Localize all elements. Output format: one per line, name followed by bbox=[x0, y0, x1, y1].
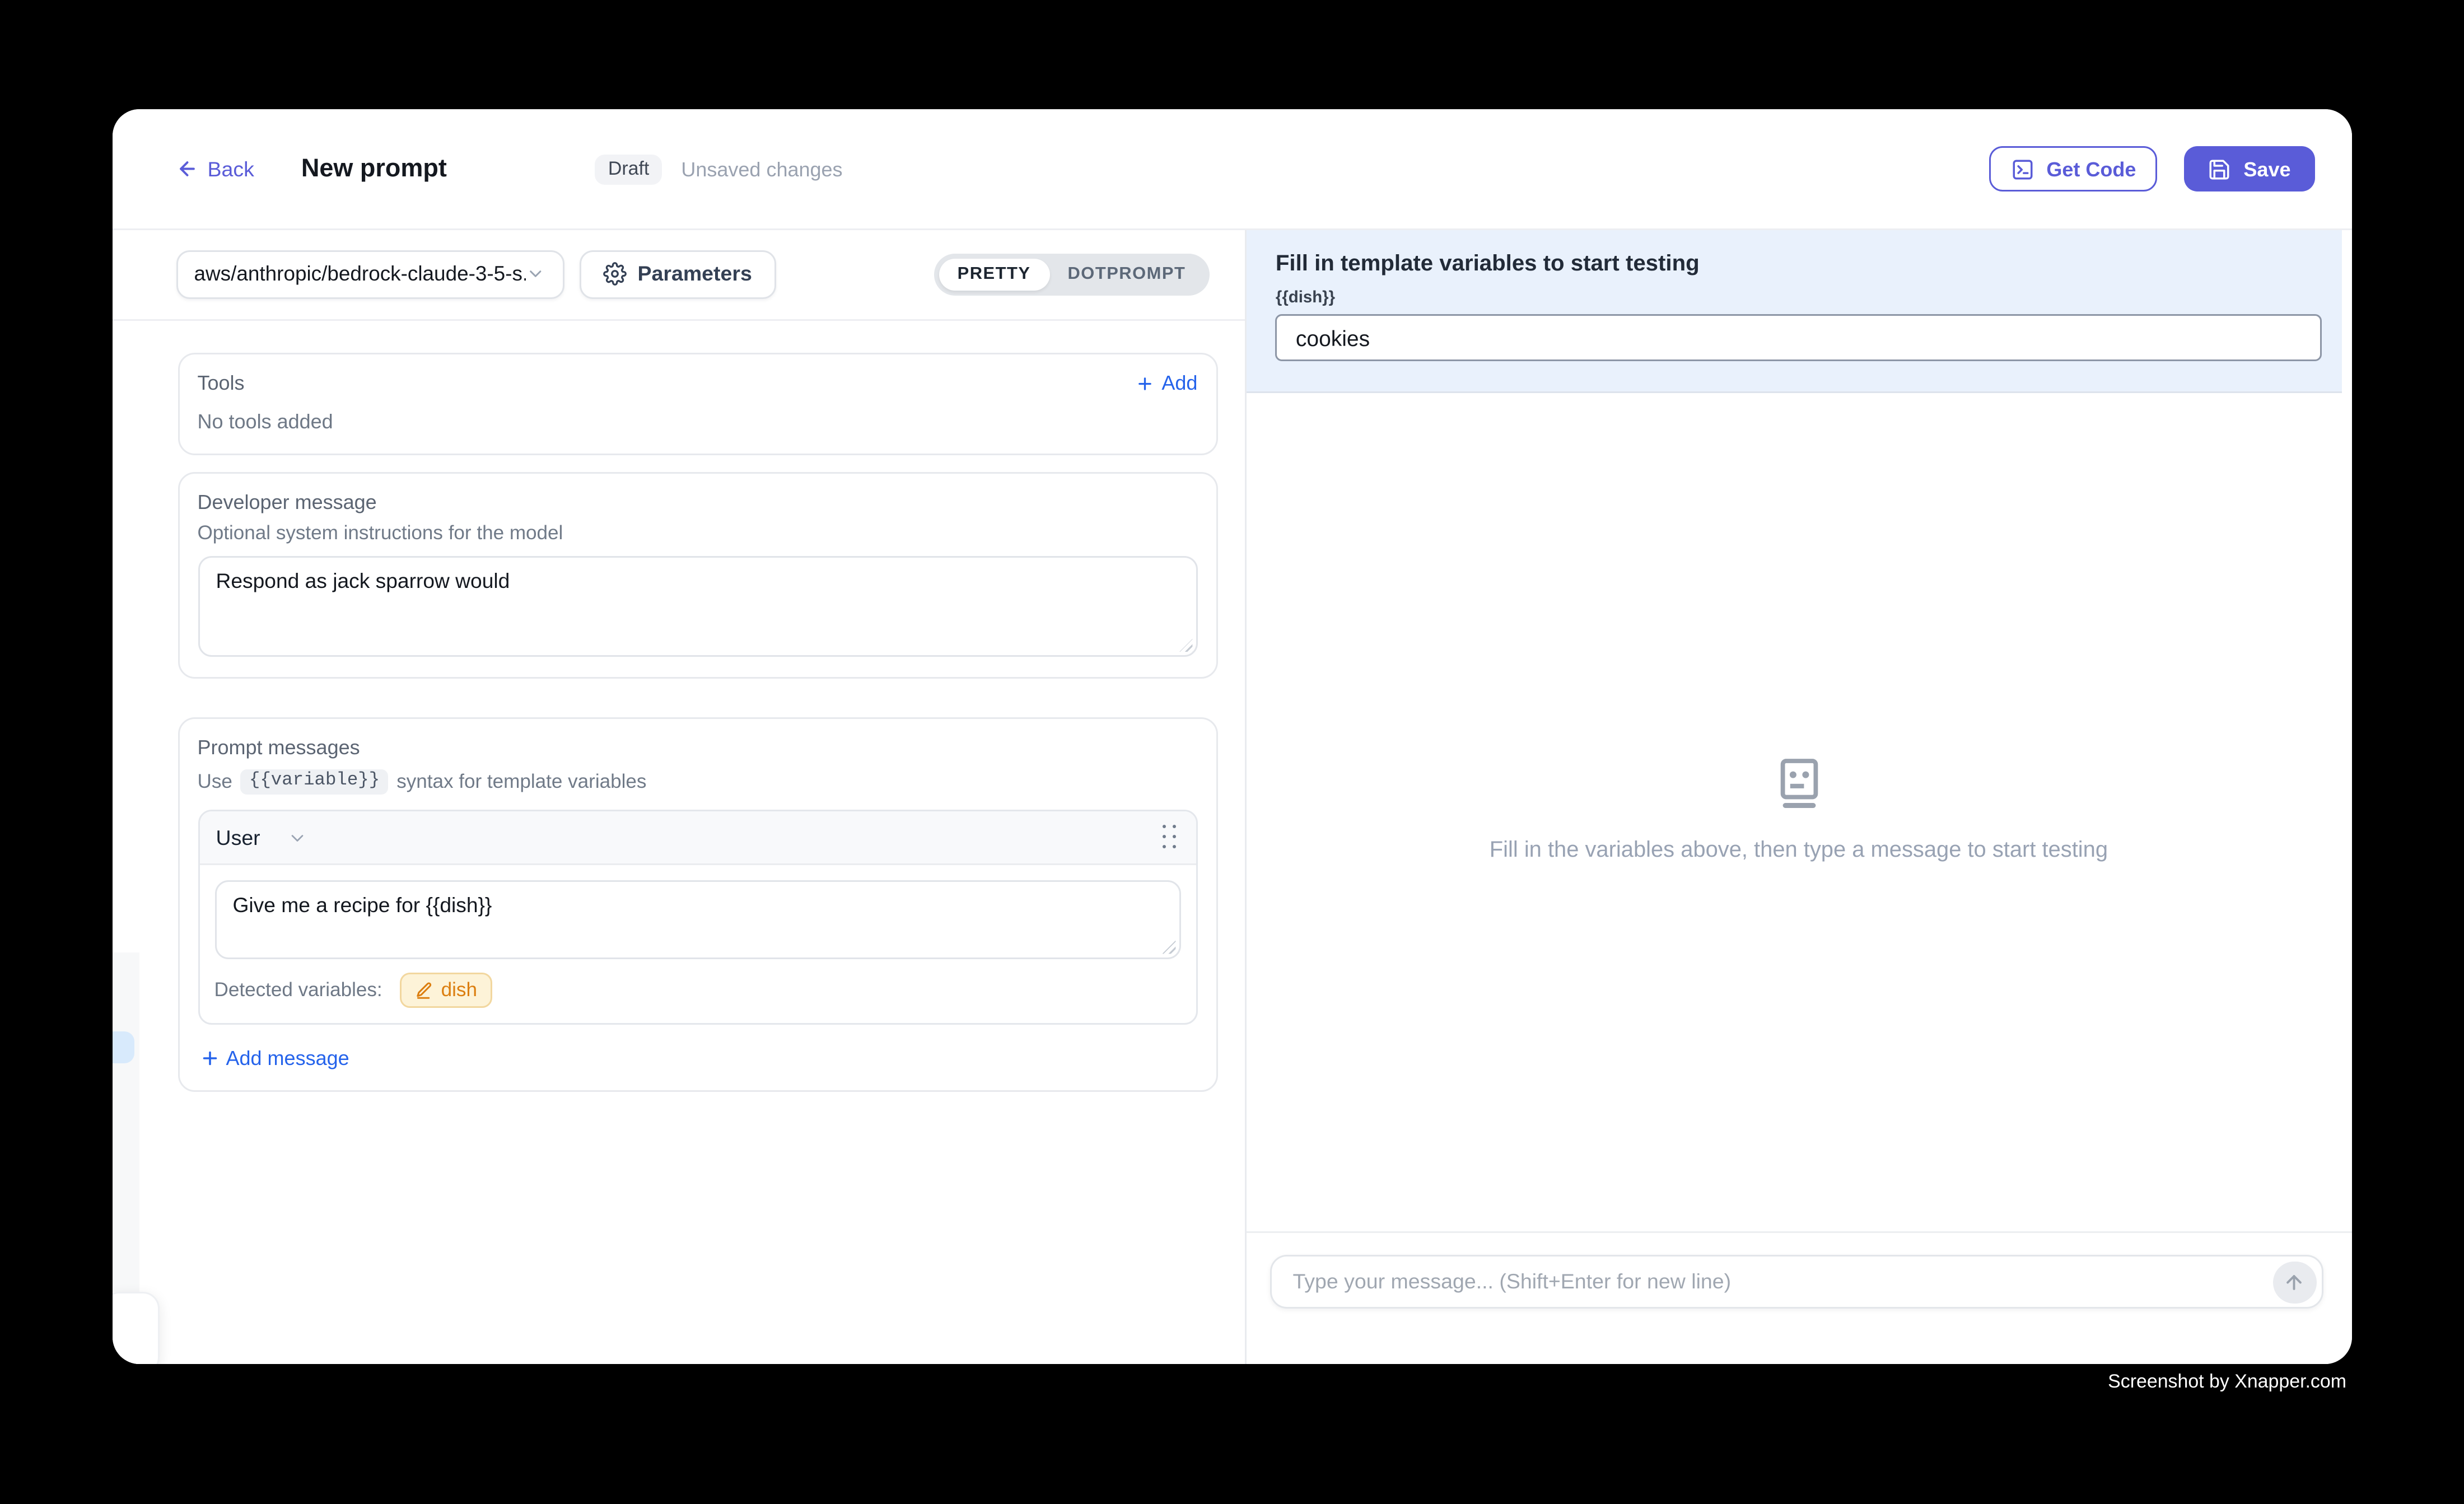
message-block: User Give me a recipe for {{dish}} Detec… bbox=[198, 810, 1198, 1025]
screenshot-stage: Back New prompt Draft Unsaved changes Ge… bbox=[0, 0, 2464, 1504]
robot-face-icon bbox=[1777, 757, 1821, 807]
test-panel: Fill in template variables to start test… bbox=[1244, 230, 2351, 1363]
hint-prefix: Use bbox=[198, 770, 232, 792]
variable-syntax-chip: {{variable}} bbox=[241, 769, 388, 794]
back-button[interactable]: Back bbox=[176, 157, 254, 181]
message-textarea[interactable]: Give me a recipe for {{dish}} bbox=[214, 880, 1181, 959]
back-arrow-icon bbox=[176, 158, 198, 180]
variable-badge-label: dish bbox=[441, 980, 477, 1002]
view-mode-toggle: PRETTY DOTPROMPT bbox=[934, 253, 1210, 296]
tools-card: Tools Add No tools added bbox=[178, 353, 1218, 456]
developer-message-subtitle: Optional system instructions for the mod… bbox=[198, 523, 1198, 545]
prompt-editor-panel: Tools Add No tools added Developer messa… bbox=[112, 320, 1245, 1363]
toggle-option-dotprompt[interactable]: DOTPROMPT bbox=[1049, 258, 1205, 291]
toggle-option-pretty[interactable]: PRETTY bbox=[939, 258, 1049, 291]
developer-message-card: Developer message Optional system instru… bbox=[178, 471, 1218, 679]
chat-message-input[interactable] bbox=[1292, 1271, 2273, 1294]
role-select-value: User bbox=[216, 826, 260, 849]
template-hint: Use {{variable}} syntax for template var… bbox=[198, 769, 1198, 794]
drag-handle-icon[interactable] bbox=[1162, 824, 1179, 851]
save-button[interactable]: Save bbox=[2185, 146, 2314, 191]
variables-section-title: Fill in template variables to start test… bbox=[1276, 251, 2322, 276]
prompt-messages-title: Prompt messages bbox=[198, 736, 1198, 760]
app-window: Back New prompt Draft Unsaved changes Ge… bbox=[112, 110, 2351, 1364]
model-select-value: aws/anthropic/bedrock-claude-3-5-s... bbox=[194, 263, 526, 286]
get-code-button[interactable]: Get Code bbox=[1989, 146, 2158, 191]
left-edge-card bbox=[112, 1291, 160, 1363]
empty-state: Fill in the variables above, then type a… bbox=[1490, 757, 2108, 868]
add-tool-button[interactable]: Add bbox=[1136, 372, 1197, 395]
role-select[interactable]: User bbox=[216, 826, 307, 849]
message-header: User bbox=[199, 812, 1196, 865]
chat-area: Fill in the variables above, then type a… bbox=[1246, 394, 2351, 1231]
variable-value-input[interactable] bbox=[1276, 314, 2322, 362]
header: Back New prompt Draft Unsaved changes Ge… bbox=[112, 110, 2351, 230]
gear-icon bbox=[603, 263, 626, 286]
variable-badge-dish[interactable]: dish bbox=[399, 973, 492, 1008]
save-label: Save bbox=[2243, 157, 2290, 181]
model-select[interactable]: aws/anthropic/bedrock-claude-3-5-s... bbox=[176, 250, 564, 298]
developer-message-title: Developer message bbox=[198, 490, 1198, 513]
chevron-down-icon bbox=[526, 264, 545, 284]
status-badge: Draft bbox=[595, 154, 662, 184]
developer-message-textarea[interactable]: Respond as jack sparrow would bbox=[198, 557, 1198, 657]
get-code-label: Get Code bbox=[2046, 157, 2136, 181]
parameters-button[interactable]: Parameters bbox=[579, 250, 776, 298]
add-message-label: Add message bbox=[226, 1046, 349, 1069]
empty-state-text: Fill in the variables above, then type a… bbox=[1490, 836, 2108, 861]
detected-variables-row: Detected variables: dish bbox=[214, 973, 1181, 1008]
parameters-label: Parameters bbox=[638, 263, 752, 286]
header-actions: Get Code Save bbox=[1989, 146, 2314, 191]
chat-input-wrapper bbox=[1271, 1255, 2323, 1309]
hint-suffix: syntax for template variables bbox=[396, 770, 646, 792]
pencil-icon bbox=[414, 982, 433, 1000]
left-edge-selected-item bbox=[112, 1032, 134, 1064]
watermark: Screenshot by Xnapper.com bbox=[2108, 1372, 2346, 1393]
tools-empty-text: No tools added bbox=[198, 410, 1198, 434]
detected-variables-label: Detected variables: bbox=[214, 980, 382, 1002]
variable-name-label: {{dish}} bbox=[1276, 288, 2322, 307]
chevron-down-icon bbox=[287, 828, 307, 848]
send-button[interactable] bbox=[2273, 1261, 2316, 1304]
plus-icon bbox=[199, 1048, 220, 1068]
plus-icon bbox=[1136, 374, 1155, 393]
tools-title: Tools bbox=[198, 372, 245, 395]
left-edge-panel bbox=[112, 952, 139, 1291]
left-toolbar: aws/anthropic/bedrock-claude-3-5-s... Pa… bbox=[112, 230, 1245, 320]
unsaved-changes-label: Unsaved changes bbox=[681, 157, 842, 181]
page-title: New prompt bbox=[301, 155, 447, 183]
add-tool-label: Add bbox=[1161, 372, 1197, 395]
arrow-up-icon bbox=[2284, 1271, 2306, 1293]
template-variables-section: Fill in template variables to start test… bbox=[1246, 230, 2341, 394]
chat-input-section bbox=[1246, 1231, 2351, 1363]
back-label: Back bbox=[208, 157, 254, 181]
prompt-messages-card: Prompt messages Use {{variable}} syntax … bbox=[178, 718, 1218, 1092]
add-message-button[interactable]: Add message bbox=[199, 1046, 1198, 1069]
terminal-icon bbox=[2011, 157, 2034, 181]
save-icon bbox=[2208, 157, 2232, 181]
